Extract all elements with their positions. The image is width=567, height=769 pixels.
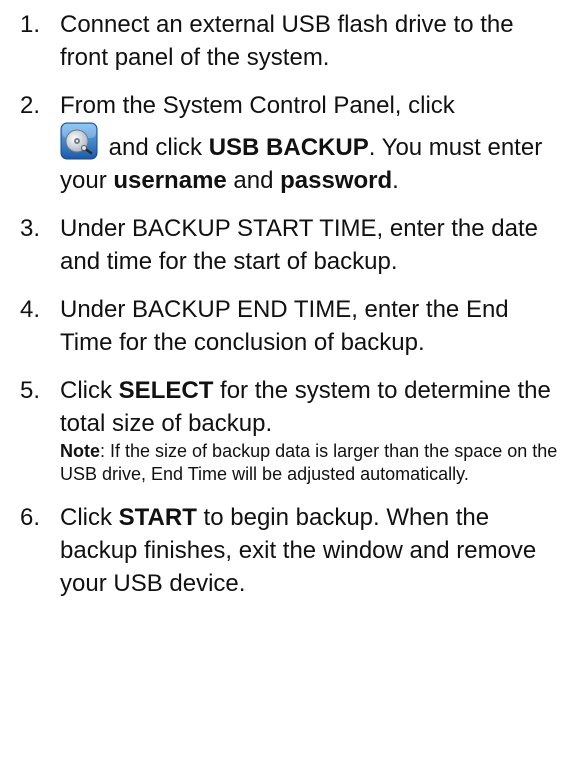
step-text: Under BACKUP START TIME, enter the date … [60,215,538,275]
instruction-page: 1. Connect an external USB flash drive t… [0,0,567,769]
step-3: 3. Under BACKUP START TIME, enter the da… [0,212,567,278]
step-text: Click START to begin backup. When the ba… [60,501,567,600]
select-label: SELECT [118,377,214,404]
step-2: 2. From the System Control Panel, click [0,89,567,197]
step-text-part: Click [60,377,119,404]
step-text-part: and [226,167,281,194]
step-text: Connect an external USB flash drive to t… [60,11,514,71]
password-label: password [280,167,393,194]
username-label: username [113,167,227,194]
step-text-part: and click [102,134,209,161]
note-label: Note [60,441,100,461]
note-paragraph: Note: If the size of backup data is larg… [60,440,567,486]
step-6: 6. Click START to begin backup. When the… [0,501,567,600]
step-text-part: Click [60,504,119,531]
backup-steps-list: 1. Connect an external USB flash drive t… [0,8,567,615]
step-text-part: From the System Control Panel, click [60,92,455,119]
step-text: Click SELECT for the system to determine… [60,374,567,440]
note-text: : If the size of backup data is larger t… [60,441,558,484]
step-number: 1. [19,11,40,38]
step-1: 1. Connect an external USB flash drive t… [0,8,567,74]
step-text-part: . [392,167,399,194]
step-text: Under BACKUP END TIME, enter the End Tim… [60,296,509,356]
step-number: 5. [19,377,40,404]
step-number: 6. [19,504,40,531]
step-number: 4. [19,296,40,323]
step-text: From the System Control Panel, click and… [60,89,567,197]
start-label: START [118,504,197,531]
step-4: 4. Under BACKUP END TIME, enter the End … [0,293,567,359]
step-5: 5. Click SELECT for the system to determ… [0,374,567,486]
step-number: 3. [19,215,40,242]
usb-backup-label: USB BACKUP [208,134,369,161]
backup-disk-icon [60,122,98,160]
step-number: 2. [19,92,40,119]
